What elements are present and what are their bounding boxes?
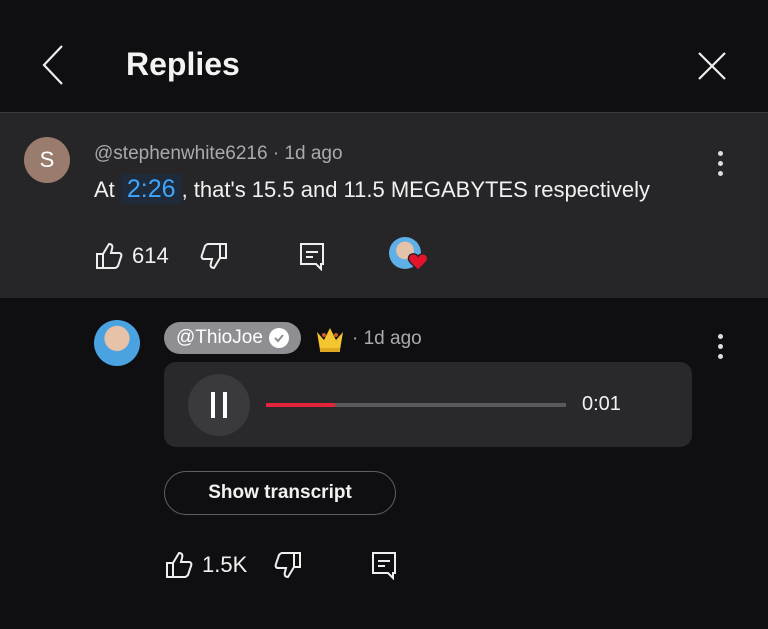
comment-text-prefix: At	[94, 177, 121, 202]
author-name[interactable]: @stephenwhite6216	[94, 143, 268, 164]
dislike-icon[interactable]	[273, 550, 303, 580]
pause-icon	[211, 392, 215, 418]
reply-comment: @ThioJoe · 1d ago 0:01 Show transcript 1…	[0, 298, 768, 629]
like-count: 614	[132, 243, 169, 268]
reply-icon[interactable]	[369, 550, 399, 580]
parent-comment: S @stephenwhite6216 · 1d ago At 2:26, th…	[0, 112, 768, 299]
reply-actions: 1.5K	[164, 550, 399, 580]
close-icon[interactable]	[696, 50, 728, 82]
author-chip[interactable]: @ThioJoe	[164, 322, 301, 354]
heart-icon	[407, 253, 428, 272]
comment-meta: @stephenwhite6216 · 1d ago	[94, 143, 343, 165]
comment-text-suffix: , that's 15.5 and 11.5 MEGABYTES respect…	[181, 177, 651, 202]
audio-time: 0:01	[582, 393, 621, 415]
like-icon[interactable]	[94, 241, 124, 271]
comment-time: · 1d ago	[272, 143, 343, 164]
pause-button[interactable]	[188, 374, 250, 436]
creator-heart-badge	[388, 237, 428, 275]
audio-progress-fill	[266, 403, 335, 407]
author-name: @ThioJoe	[176, 327, 263, 348]
more-options-button[interactable]	[716, 334, 724, 362]
avatar[interactable]: S	[24, 137, 70, 183]
comment-actions: 614	[94, 237, 428, 275]
comment-text: At 2:26, that's 15.5 and 11.5 MEGABYTES …	[94, 174, 651, 204]
dislike-icon[interactable]	[199, 241, 229, 271]
back-chevron-icon[interactable]	[40, 44, 70, 86]
reply-icon[interactable]	[297, 241, 327, 271]
like-count: 1.5K	[202, 552, 248, 577]
timestamp-link[interactable]: 2:26	[120, 174, 182, 204]
page-title: Replies	[126, 46, 240, 82]
like-icon[interactable]	[164, 550, 194, 580]
comment-time: · 1d ago	[352, 328, 422, 349]
audio-progress-bar[interactable]	[266, 403, 566, 407]
more-options-button[interactable]	[716, 151, 724, 179]
audio-player: 0:01	[164, 362, 692, 447]
avatar[interactable]	[94, 320, 140, 366]
crown-icon	[317, 328, 343, 352]
header: Replies	[0, 0, 768, 112]
show-transcript-button[interactable]: Show transcript	[164, 471, 396, 515]
verified-check-icon	[268, 328, 289, 348]
